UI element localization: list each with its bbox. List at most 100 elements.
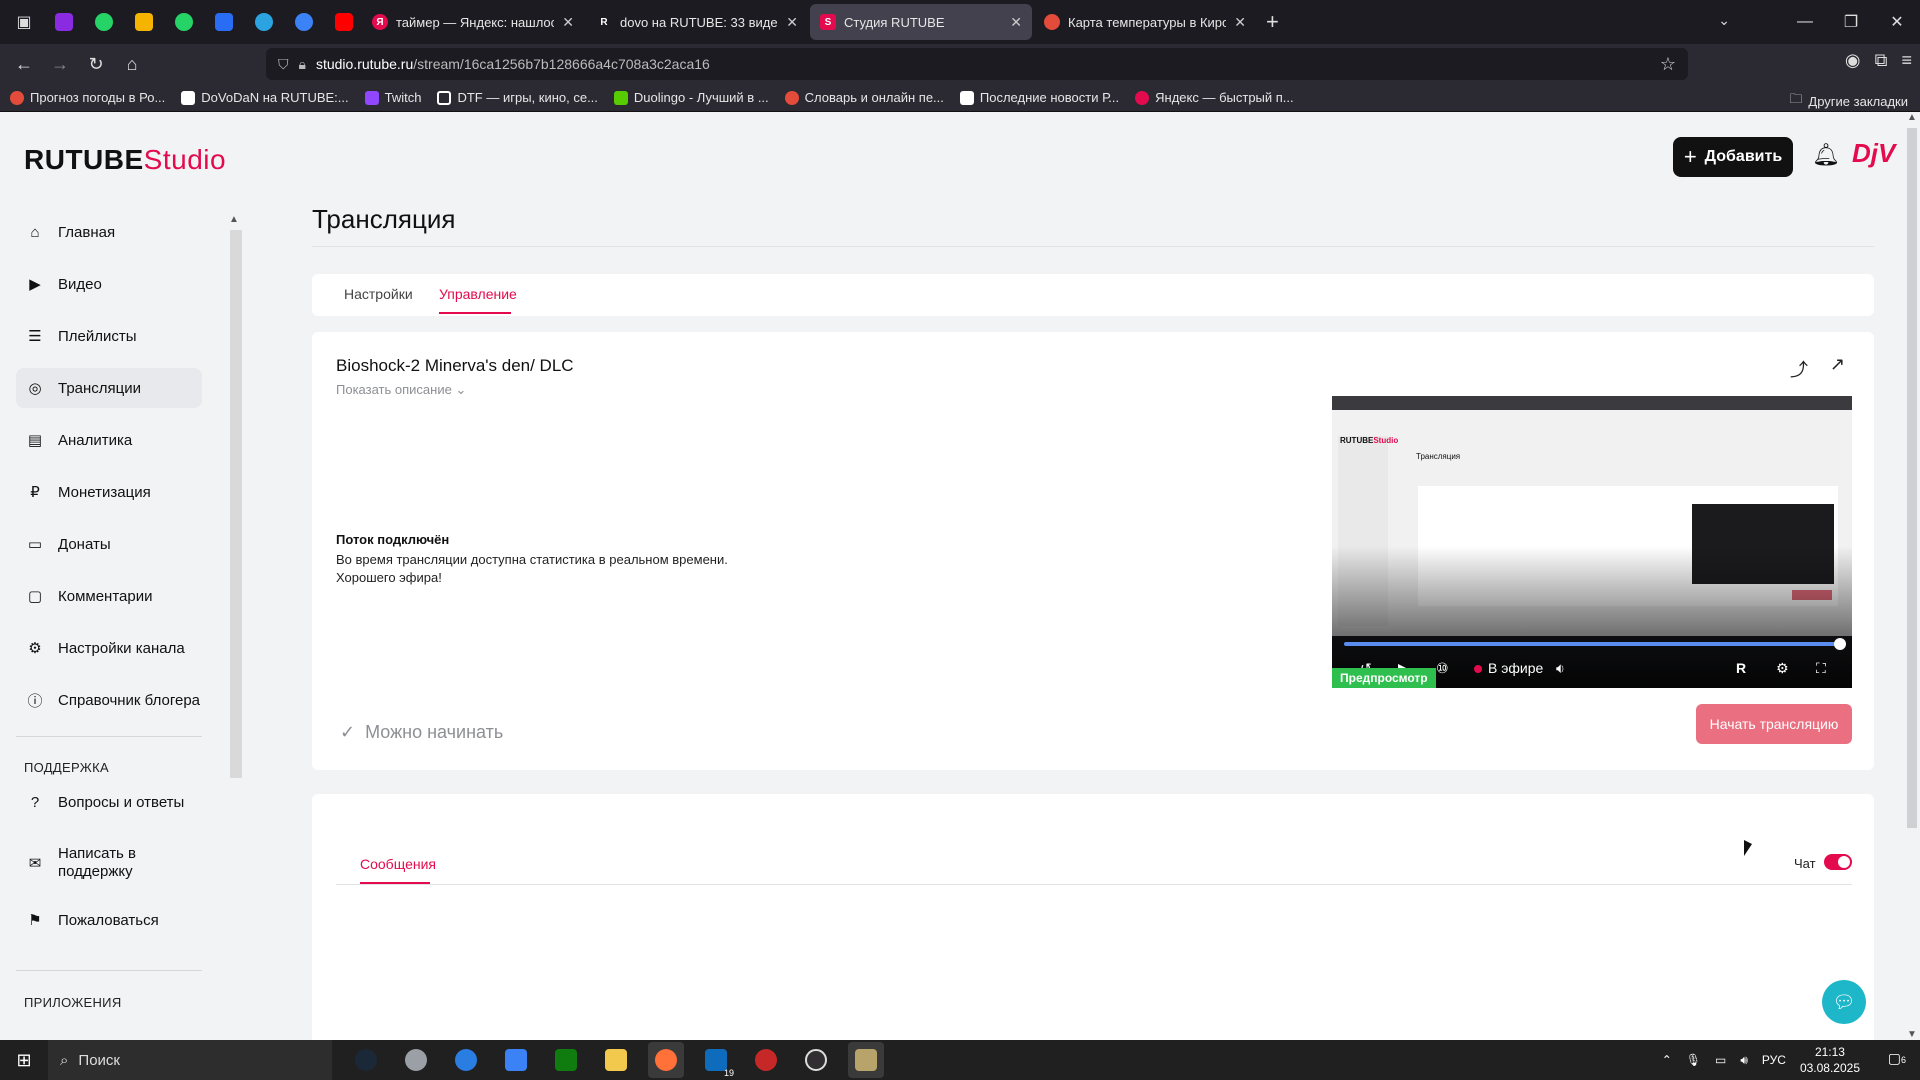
obs-icon[interactable]: [798, 1042, 834, 1078]
sidebar-item-playlists[interactable]: ☰ Плейлисты: [16, 316, 202, 356]
preview-player[interactable]: RUTUBEStudio Трансляция ↺ ▶ ⑩ В эфире 🔉︎…: [1332, 396, 1852, 688]
progress-knob[interactable]: [1834, 638, 1846, 650]
pinned-tab-app[interactable]: [128, 6, 160, 38]
sidebar-item-channel-settings[interactable]: ⚙ Настройки канала: [16, 628, 202, 668]
tab-management[interactable]: Управление: [439, 286, 517, 302]
account-icon[interactable]: ◉: [1845, 50, 1861, 71]
bookmark-star-icon[interactable]: ☆: [1660, 54, 1676, 75]
xbox-icon[interactable]: [548, 1042, 584, 1078]
rutube-r-icon[interactable]: R: [1736, 660, 1746, 676]
sidebar-item-report[interactable]: ⚑ Пожаловаться: [16, 900, 202, 940]
sidebar-item-faq[interactable]: ? Вопросы и ответы: [16, 782, 202, 822]
notification-icon[interactable]: ▢6: [1888, 1050, 1906, 1067]
support-chat-icon[interactable]: 💬︎: [1822, 980, 1866, 1024]
back-icon[interactable]: ←: [6, 54, 42, 75]
bookmark-item[interactable]: Duolingo - Лучший в ...: [613, 90, 769, 105]
close-icon[interactable]: ✕: [1010, 14, 1022, 31]
speaker-icon[interactable]: 🔊︎: [1740, 1053, 1748, 1068]
language-indicator[interactable]: РУС: [1762, 1053, 1786, 1067]
pinned-tab-whatsapp[interactable]: [88, 6, 120, 38]
game-icon[interactable]: [848, 1042, 884, 1078]
new-tab-icon[interactable]: +: [1266, 9, 1279, 35]
sidebar-item-analytics[interactable]: ▤ Аналитика: [16, 420, 202, 460]
app-red-icon[interactable]: [748, 1042, 784, 1078]
rutube-studio-logo[interactable]: RUTUBEStudio: [24, 144, 226, 176]
scroll-up-icon[interactable]: ▲: [1907, 112, 1917, 123]
fullscreen-icon[interactable]: ⛶: [1816, 660, 1826, 677]
page-scroll-thumb[interactable]: [1907, 128, 1917, 828]
external-link-icon[interactable]: ↗: [1830, 354, 1845, 375]
show-description-link[interactable]: Показать описание ⌄: [336, 382, 466, 398]
tab-list-icon[interactable]: ▣: [8, 6, 40, 38]
scroll-up-icon[interactable]: ▲: [229, 214, 239, 225]
tab-messages[interactable]: Сообщения: [360, 856, 436, 872]
bookmark-item[interactable]: Словарь и онлайн пе...: [784, 90, 944, 105]
chat-toggle[interactable]: [1824, 854, 1852, 870]
pinned-tab-telegram[interactable]: [248, 6, 280, 38]
sidebar-item-donates[interactable]: ▭ Донаты: [16, 524, 202, 564]
sidebar-item-comments[interactable]: ▢ Комментарии: [16, 576, 202, 616]
share-icon[interactable]: ⤴: [1790, 356, 1808, 382]
start-broadcast-button[interactable]: Начать трансляцию: [1696, 704, 1852, 744]
volume-icon[interactable]: 🔉︎: [1556, 660, 1565, 677]
minimize-icon[interactable]: —: [1782, 13, 1828, 31]
vpn-icon[interactable]: [398, 1042, 434, 1078]
close-icon[interactable]: ✕: [1234, 14, 1246, 31]
shield-icon[interactable]: ⛉: [278, 56, 289, 73]
sidebar-item-video[interactable]: ▶ Видео: [16, 264, 202, 304]
lock-icon[interactable]: 🔒︎: [299, 56, 306, 73]
pinned-tab-media[interactable]: [48, 6, 80, 38]
home-icon[interactable]: ⌂: [114, 54, 150, 75]
settings-icon[interactable]: ⚙: [1776, 660, 1789, 677]
close-window-icon[interactable]: ✕: [1874, 12, 1920, 32]
reload-icon[interactable]: ↻: [78, 54, 114, 75]
scroll-down-icon[interactable]: ▼: [1907, 1029, 1917, 1040]
close-icon[interactable]: ✕: [786, 14, 798, 31]
microphone-icon[interactable]: 🎙︎: [1686, 1053, 1701, 1067]
sidebar-item-home[interactable]: ⌂ Главная: [16, 212, 202, 252]
bookmark-item[interactable]: Последние новости Р...: [959, 90, 1119, 105]
tray-expand-icon[interactable]: ⌃: [1662, 1053, 1672, 1067]
forward-10-icon[interactable]: ⑩: [1436, 660, 1449, 677]
app-blue-icon[interactable]: [448, 1042, 484, 1078]
calculator-icon[interactable]: [498, 1042, 534, 1078]
bookmark-item[interactable]: Яндекс — быстрый п...: [1135, 90, 1294, 105]
restore-icon[interactable]: ❐: [1828, 12, 1874, 32]
file-explorer-icon[interactable]: [598, 1042, 634, 1078]
avatar[interactable]: DjV: [1852, 138, 1896, 174]
menu-icon[interactable]: ≡: [1901, 50, 1912, 71]
windows-start-icon[interactable]: ⊞: [0, 1040, 48, 1080]
extensions-icon[interactable]: ⧉: [1875, 50, 1888, 71]
url-bar[interactable]: ⛉ 🔒︎ studio.rutube.ru/stream/16ca1256b7b…: [266, 48, 1688, 80]
tab-rutube-channel[interactable]: R dovo на RUTUBE: 33 видео – с ✕: [586, 4, 808, 40]
add-button[interactable]: + Добавить: [1673, 137, 1793, 177]
sidebar-item-broadcasts[interactable]: ◎ Трансляции: [16, 368, 202, 408]
forward-icon[interactable]: →: [42, 54, 78, 75]
network-icon[interactable]: ▭: [1715, 1053, 1726, 1067]
tab-temperature-map[interactable]: Карта температуры в Кировск ✕: [1034, 4, 1256, 40]
player-progress[interactable]: [1344, 638, 1846, 650]
pinned-tab-whatsapp-2[interactable]: [168, 6, 200, 38]
mail-app-icon[interactable]: 19: [698, 1042, 734, 1078]
close-icon[interactable]: ✕: [562, 14, 574, 31]
bell-icon[interactable]: 🔔︎: [1812, 142, 1840, 168]
sidebar-scroll-thumb[interactable]: [230, 230, 242, 778]
bookmark-item[interactable]: DTF — игры, кино, се...: [437, 90, 598, 105]
bookmark-item[interactable]: DoVoDaN на RUTUBE:...: [181, 90, 349, 105]
tab-settings[interactable]: Настройки: [344, 286, 413, 302]
other-bookmarks[interactable]: 🗀 Другие закладки: [1789, 90, 1908, 112]
page-scrollbar[interactable]: ▲ ▼: [1904, 112, 1920, 1040]
taskbar-search[interactable]: ⌕ Поиск: [48, 1040, 332, 1080]
pinned-tab-chat[interactable]: [208, 6, 240, 38]
sidebar-item-blogger-guide[interactable]: ⓘ Справочник блогера: [16, 680, 202, 720]
steam-icon[interactable]: [348, 1042, 384, 1078]
bookmark-item[interactable]: Twitch: [364, 90, 421, 105]
clock[interactable]: 21:13 03.08.2025: [1800, 1044, 1860, 1076]
chevron-down-icon[interactable]: ⌄: [1718, 12, 1730, 29]
sidebar-scrollbar[interactable]: ▲: [228, 214, 244, 778]
sidebar-item-write-support[interactable]: ✉ Написать в поддержку: [16, 840, 202, 886]
pinned-tab-messenger[interactable]: [288, 6, 320, 38]
firefox-icon[interactable]: [648, 1042, 684, 1078]
tab-rutube-studio[interactable]: S Студия RUTUBE ✕: [810, 4, 1032, 40]
bookmark-item[interactable]: Прогноз погоды в Ро...: [10, 90, 165, 105]
